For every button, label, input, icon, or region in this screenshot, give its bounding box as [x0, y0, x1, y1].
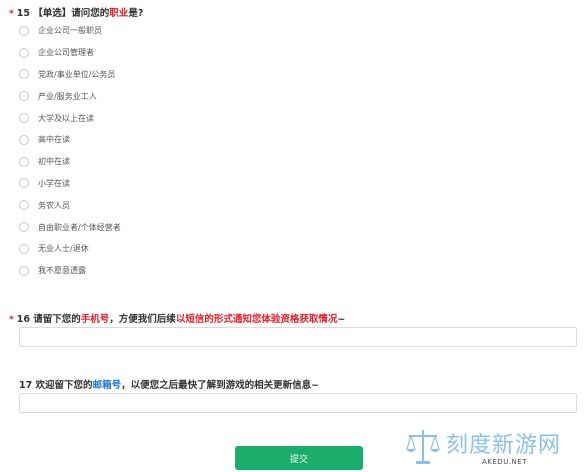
q16-title-suffix: ~: [337, 314, 346, 325]
radio-button[interactable]: [19, 222, 29, 233]
option-label: 无业人士/退休: [38, 244, 89, 254]
q17-title-highlight: 邮箱号: [92, 380, 122, 391]
option-1[interactable]: 企业公司管理者: [19, 42, 121, 64]
option-label: 大学及以上在读: [38, 113, 94, 123]
option-10[interactable]: 无业人士/退休: [19, 238, 121, 260]
radio-button[interactable]: [19, 265, 29, 276]
option-label: 务农人员: [38, 200, 70, 210]
option-9[interactable]: 自由职业者/个体经营者: [19, 216, 121, 238]
option-11[interactable]: 我不愿意透露: [19, 260, 121, 282]
option-label: 初中在读: [38, 157, 70, 167]
q16-title-highlight-phone: 手机号: [80, 314, 110, 325]
q16-title-highlight-sms: 以短信的形式通知您体验资格获取情况: [175, 314, 338, 325]
radio-button[interactable]: [19, 243, 29, 254]
phone-input[interactable]: [19, 327, 577, 347]
q15-number: 15: [16, 8, 30, 19]
option-3[interactable]: 产业/服务业工人: [19, 85, 121, 107]
radio-button[interactable]: [19, 178, 29, 189]
radio-button[interactable]: [19, 91, 29, 102]
q15-options: 企业公司一般职员 企业公司管理者 党政/事业单位/公务员 产业/服务业工人 大学…: [19, 20, 121, 282]
option-label: 高中在读: [38, 135, 70, 145]
q16-title-prefix: 请留下您的: [33, 314, 81, 325]
watermark-title: 刻度新游网: [446, 433, 562, 458]
q15-type-tag: 【单选】: [33, 8, 72, 19]
option-8[interactable]: 务农人员: [19, 194, 121, 216]
q16-title: * 16 请留下您的手机号，方便我们后续以短信的形式通知您体验资格获取情况~: [9, 311, 345, 325]
option-0[interactable]: 企业公司一般职员: [19, 20, 121, 42]
option-5[interactable]: 高中在读: [19, 129, 121, 151]
option-label: 产业/服务业工人: [38, 91, 97, 101]
required-mark: *: [9, 9, 14, 19]
radio-button[interactable]: [19, 134, 29, 145]
q15-title-highlight: 职业: [109, 8, 129, 19]
radio-button[interactable]: [19, 156, 29, 167]
q16-number: 16: [16, 314, 30, 325]
submit-button[interactable]: 提交: [235, 446, 363, 470]
option-label: 我不愿意透露: [38, 266, 86, 276]
radio-button[interactable]: [19, 25, 29, 36]
option-2[interactable]: 党政/事业单位/公务员: [19, 64, 121, 86]
option-label: 自由职业者/个体经营者: [38, 222, 121, 232]
option-label: 企业公司管理者: [38, 48, 94, 58]
q17-title-suffix: ，以便您之后最快了解到游戏的相关更新信息~: [121, 380, 320, 391]
option-6[interactable]: 初中在读: [19, 151, 121, 173]
scales-icon: [406, 430, 440, 464]
option-label: 党政/事业单位/公务员: [38, 69, 116, 79]
watermark: 刻度新游网 AKEDU.NET: [402, 427, 578, 469]
radio-button[interactable]: [19, 47, 29, 58]
watermark-domain: AKEDU.NET: [482, 458, 527, 466]
q15-title-prefix: 请问您的: [71, 8, 110, 19]
required-mark: *: [9, 315, 14, 325]
option-7[interactable]: 小学在读: [19, 173, 121, 195]
q17-title-prefix: 欢迎留下您的: [35, 380, 93, 391]
q17-number: 17: [19, 380, 33, 391]
radio-button[interactable]: [19, 113, 29, 124]
q15-title-suffix: 是?: [128, 8, 144, 19]
email-input[interactable]: [19, 393, 577, 413]
q17-title: 17 欢迎留下您的邮箱号，以便您之后最快了解到游戏的相关更新信息~: [9, 377, 319, 391]
q16-title-middle: ，方便我们后续: [109, 314, 176, 325]
q15-title: * 15 【单选】请问您的职业是?: [9, 5, 143, 19]
radio-button[interactable]: [19, 69, 29, 80]
option-label: 企业公司一般职员: [38, 26, 102, 36]
radio-button[interactable]: [19, 200, 29, 211]
option-label: 小学在读: [38, 178, 70, 188]
option-4[interactable]: 大学及以上在读: [19, 107, 121, 129]
